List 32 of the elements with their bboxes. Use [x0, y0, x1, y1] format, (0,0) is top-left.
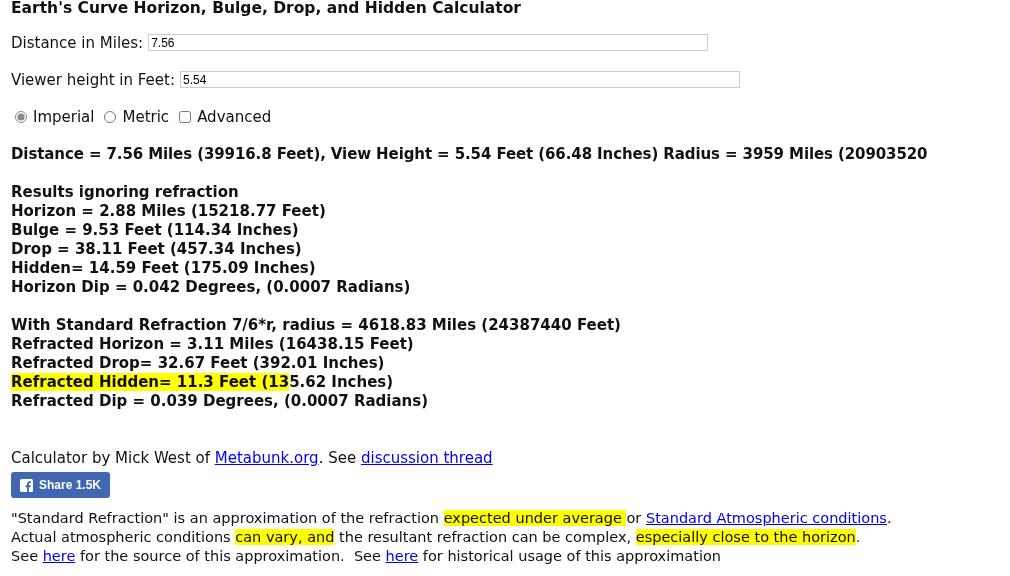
- result-line: Hidden= 14.59 Feet (175.09 Inches): [11, 259, 317, 278]
- result-line: Refracted Drop= 32.67 Feet (392.01 Inches): [11, 354, 386, 373]
- result-line: Horizon = 2.88 Miles (15218.77 Feet): [11, 202, 327, 221]
- text-link[interactable]: Standard Atmospheric conditions: [645, 510, 887, 526]
- text-link[interactable]: here: [42, 548, 76, 564]
- summary-text: Distance = 7.56 Miles (39916.8 Feet), View Height = 5.54 Feet (66.48 Inches) Radius = 3959 Miles (20903520: [11, 145, 929, 164]
- result-line: Refracted Horizon = 3.11 Miles (16438.15 Feet): [11, 335, 415, 354]
- radio-button[interactable]: [15, 110, 27, 123]
- text-link[interactable]: discussion thread: [360, 449, 493, 467]
- option-label: Advanced: [197, 107, 272, 126]
- section-heading: With Standard Refraction 7/6*r, radius = 4618.83 Miles (24387440 Feet): [11, 316, 622, 335]
- result-line: Refracted Dip = 0.039 Degrees, (0.0007 Radians): [11, 392, 430, 411]
- share-button[interactable]: Share 1.5K: [11, 472, 111, 498]
- text-link[interactable]: Metabunk.org: [214, 449, 319, 467]
- field-label: Distance in Miles:: [11, 33, 144, 52]
- facebook-icon: [20, 478, 33, 492]
- page-title: Earth's Curve Horizon, Bulge, Drop, and Hidden Calculator: [11, 0, 522, 17]
- field-label: Viewer height in Feet:: [11, 70, 175, 89]
- checkbox[interactable]: [179, 110, 192, 123]
- option-label: Metric: [122, 107, 170, 126]
- option-label: Imperial: [33, 107, 95, 126]
- result-line: Refracted Hidden= 11.3 Feet (135.62 Inches): [11, 373, 395, 392]
- credit-text: Calculator by Mick West of Metabunk.org. See discussion thread: [11, 449, 494, 468]
- input-field[interactable]: 5.54: [180, 71, 740, 88]
- result-line: Horizon Dip = 0.042 Degrees, (0.0007 Radians): [11, 278, 412, 297]
- result-line: Drop = 38.11 Feet (457.34 Inches): [11, 240, 303, 259]
- text-link[interactable]: here: [385, 548, 419, 564]
- input-field[interactable]: 7.56: [148, 34, 709, 51]
- radio-button[interactable]: [104, 110, 117, 123]
- result-line: Bulge = 9.53 Feet (114.34 Inches): [11, 221, 300, 240]
- section-heading: Results ignoring refraction: [11, 183, 240, 202]
- note-paragraph: "Standard Refraction" is an approximation of the refraction expected under average or Standard Atmospheric conditions. Actual atmospheric conditions can vary, and the resultant refraction can be complex, especially close to the horizon. See here for the source of this approximation. See here for historical usage of this approximation: [11, 509, 893, 566]
